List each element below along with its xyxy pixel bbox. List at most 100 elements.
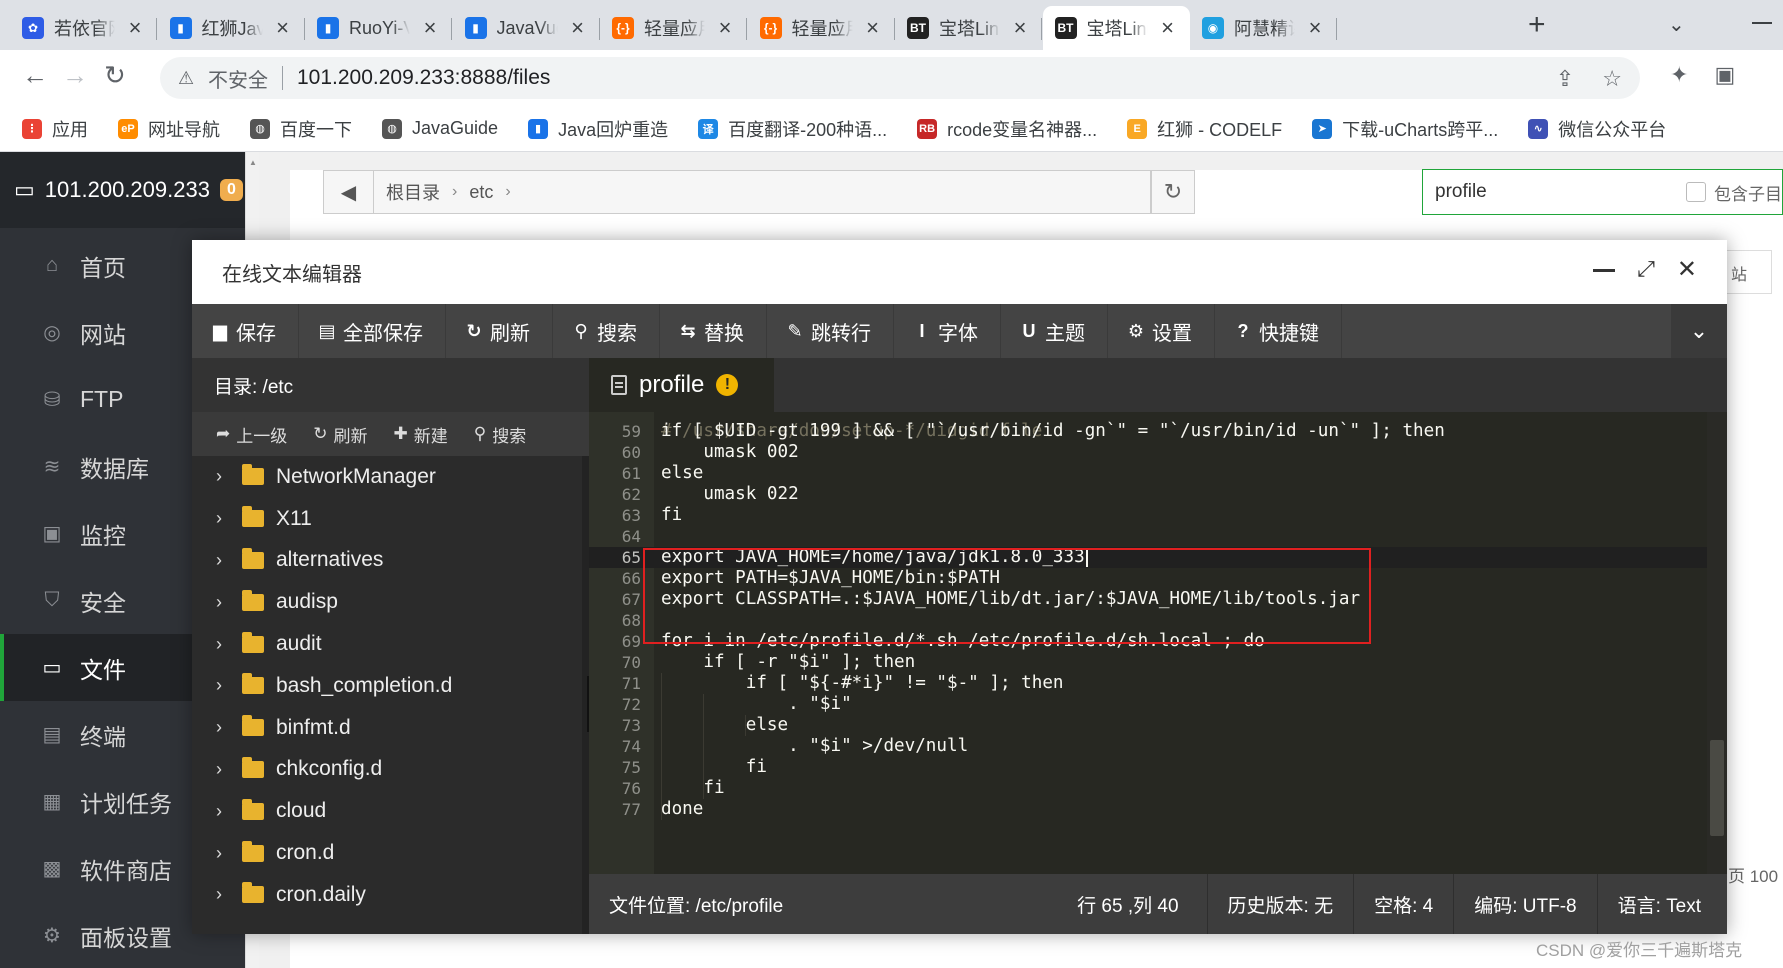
expand-chevron-icon[interactable]: ›: [216, 634, 230, 655]
status-spaces[interactable]: 空格: 4: [1354, 891, 1453, 918]
browser-tab[interactable]: ✿ 若依官网 ×: [10, 6, 157, 50]
browser-tab[interactable]: {-} 轻量应用 ×: [600, 6, 747, 50]
breadcrumb-etc[interactable]: etc: [457, 182, 505, 203]
directory-action-button[interactable]: ↻ 刷新: [313, 422, 367, 447]
server-info[interactable]: ▭ 101.200.209.233 0: [0, 152, 245, 228]
status-history[interactable]: 历史版本: 无: [1208, 891, 1354, 918]
tab-close-icon[interactable]: ×: [1158, 17, 1178, 39]
code-editor[interactable]: # /usr/share/doc/setup-*/uidgid file 59 i…: [589, 412, 1727, 874]
modal-minimize-icon[interactable]: [1593, 269, 1616, 272]
url-text[interactable]: 101.200.209.233:8888/files: [297, 66, 550, 90]
editor-toolbar-button[interactable]: ▤ 全部保存: [299, 304, 446, 358]
editor-toolbar-button[interactable]: ⚲ 搜索: [553, 304, 660, 358]
directory-action-button[interactable]: ⚲ 搜索: [474, 422, 526, 447]
bookmark-item[interactable]: ∿ 微信公众平台: [1528, 116, 1666, 142]
folder-item[interactable]: › cron.d: [192, 832, 582, 874]
tab-close-icon[interactable]: ×: [1010, 17, 1030, 39]
tab-search-chevron-icon[interactable]: ⌄: [1668, 12, 1685, 37]
toolbar-collapse-chevron-icon[interactable]: ⌄: [1671, 304, 1727, 358]
bookmark-item[interactable]: ➤ 下载-uCharts跨平...: [1312, 116, 1498, 142]
path-back-icon[interactable]: ◀: [324, 171, 374, 213]
modal-maximize-icon[interactable]: ⤢: [1637, 258, 1655, 282]
folder-item[interactable]: › audisp: [192, 581, 582, 623]
browser-tab[interactable]: {-} 轻量应用 ×: [748, 6, 895, 50]
folder-item[interactable]: › binfmt.d: [192, 707, 582, 749]
folder-item[interactable]: › audit: [192, 623, 582, 665]
tab-close-icon[interactable]: ×: [715, 17, 735, 39]
reload-icon[interactable]: ↻: [104, 62, 126, 88]
browser-tab[interactable]: ▮ JavaVue ×: [453, 6, 600, 50]
expand-chevron-icon[interactable]: ›: [216, 550, 230, 571]
side-panel-icon[interactable]: ▣: [1714, 62, 1735, 88]
message-badge[interactable]: 0: [219, 179, 243, 201]
window-minimize-button[interactable]: [1752, 22, 1772, 24]
status-language[interactable]: 语言: Text: [1598, 891, 1727, 918]
folder-item[interactable]: › cron.daily: [192, 874, 582, 916]
editor-toolbar-button[interactable]: ⇆ 替换: [660, 304, 767, 358]
bookmark-item[interactable]: ◍ JavaGuide: [382, 118, 498, 139]
include-subdir-option[interactable]: 包含子目: [1686, 180, 1782, 205]
editor-toolbar-button[interactable]: ⚙ 设置: [1108, 304, 1215, 358]
editor-toolbar-button[interactable]: ↻ 刷新: [446, 304, 553, 358]
editor-toolbar-button[interactable]: U 主题: [1001, 304, 1108, 358]
expand-chevron-icon[interactable]: ›: [216, 884, 230, 905]
code-scrollbar-thumb[interactable]: [1710, 740, 1724, 836]
browser-tab[interactable]: ◉ 阿慧精讲 ×: [1190, 6, 1337, 50]
expand-chevron-icon[interactable]: ›: [216, 801, 230, 822]
expand-chevron-icon[interactable]: ›: [216, 759, 230, 780]
status-encoding[interactable]: 编码: UTF-8: [1454, 891, 1596, 918]
editor-toolbar-button[interactable]: ▆ 保存: [192, 304, 299, 358]
path-refresh-icon[interactable]: ↻: [1151, 170, 1195, 214]
tab-close-icon[interactable]: ×: [1305, 17, 1325, 39]
bookmark-item[interactable]: 译百度翻译-200种语...: [698, 116, 887, 142]
bookmark-item[interactable]: E 红狮 - CODELF: [1127, 116, 1282, 142]
bookmark-star-icon[interactable]: ☆: [1602, 66, 1622, 92]
editor-toolbar-button[interactable]: I 字体: [894, 304, 1001, 358]
bookmark-item[interactable]: ⋮ 应用: [22, 116, 88, 142]
folder-item[interactable]: › X11: [192, 498, 582, 540]
bookmark-item[interactable]: ▮ Java回炉重造: [528, 116, 668, 142]
address-bar[interactable]: ⚠ 不安全 101.200.209.233:8888/files ⇪ ☆: [160, 57, 1640, 99]
folder-item[interactable]: › bash_completion.d: [192, 665, 582, 707]
folder-item[interactable]: › alternatives: [192, 540, 582, 582]
expand-chevron-icon[interactable]: ›: [216, 675, 230, 696]
expand-chevron-icon[interactable]: ›: [216, 466, 230, 487]
browser-tab[interactable]: ▮ 红狮Java ×: [158, 6, 305, 50]
file-tab-profile[interactable]: profile !: [589, 358, 774, 412]
code-scrollbar[interactable]: [1707, 412, 1727, 874]
editor-toolbar-button[interactable]: ? 快捷键: [1215, 304, 1342, 358]
folder-item[interactable]: › cloud: [192, 790, 582, 832]
directory-action-button[interactable]: ✚ 新建: [394, 422, 448, 447]
tab-close-icon[interactable]: ×: [273, 17, 293, 39]
browser-tab[interactable]: BT 宝塔Linu ×: [1042, 6, 1190, 50]
editor-toolbar-button[interactable]: ✎ 跳转行: [767, 304, 894, 358]
file-search-input[interactable]: profile: [1435, 181, 1686, 203]
browser-tab[interactable]: BT 宝塔Linu ×: [895, 6, 1042, 50]
folder-item[interactable]: › chkconfig.d: [192, 749, 582, 791]
expand-chevron-icon[interactable]: ›: [216, 717, 230, 738]
forward-arrow-icon[interactable]: →: [62, 62, 88, 88]
tab-close-icon[interactable]: ×: [863, 17, 883, 39]
folder-item[interactable]: › NetworkManager: [192, 456, 582, 498]
breadcrumb-root[interactable]: 根目录: [374, 179, 452, 205]
bookmark-item[interactable]: RB rcode变量名神器...: [917, 116, 1097, 142]
include-subdir-checkbox[interactable]: [1686, 182, 1706, 202]
new-tab-button[interactable]: +: [1528, 10, 1546, 40]
browser-tab[interactable]: ▮ RuoYi-V ×: [305, 6, 452, 50]
modal-close-icon[interactable]: ✕: [1677, 258, 1697, 282]
bookmark-item[interactable]: ◍ 百度一下: [250, 116, 352, 142]
tab-close-icon[interactable]: ×: [125, 17, 145, 39]
directory-action-button[interactable]: ➦ 上一级: [216, 422, 287, 447]
expand-chevron-icon[interactable]: ›: [216, 843, 230, 864]
file-search-box[interactable]: profile 包含子目: [1422, 169, 1783, 215]
expand-chevron-icon[interactable]: ›: [216, 508, 230, 529]
code-text: if [ "${-#*i}" != "$-" ]; then: [661, 673, 1064, 693]
expand-chevron-icon[interactable]: ›: [216, 592, 230, 613]
tab-close-icon[interactable]: ×: [420, 17, 440, 39]
tab-close-icon[interactable]: ×: [568, 17, 588, 39]
bookmark-item[interactable]: eP 网址导航: [118, 116, 220, 142]
back-arrow-icon[interactable]: ←: [22, 62, 48, 88]
share-icon[interactable]: ⇪: [1556, 66, 1574, 92]
extensions-puzzle-icon[interactable]: ✦: [1670, 62, 1688, 88]
background-button[interactable]: 站: [1722, 250, 1772, 294]
